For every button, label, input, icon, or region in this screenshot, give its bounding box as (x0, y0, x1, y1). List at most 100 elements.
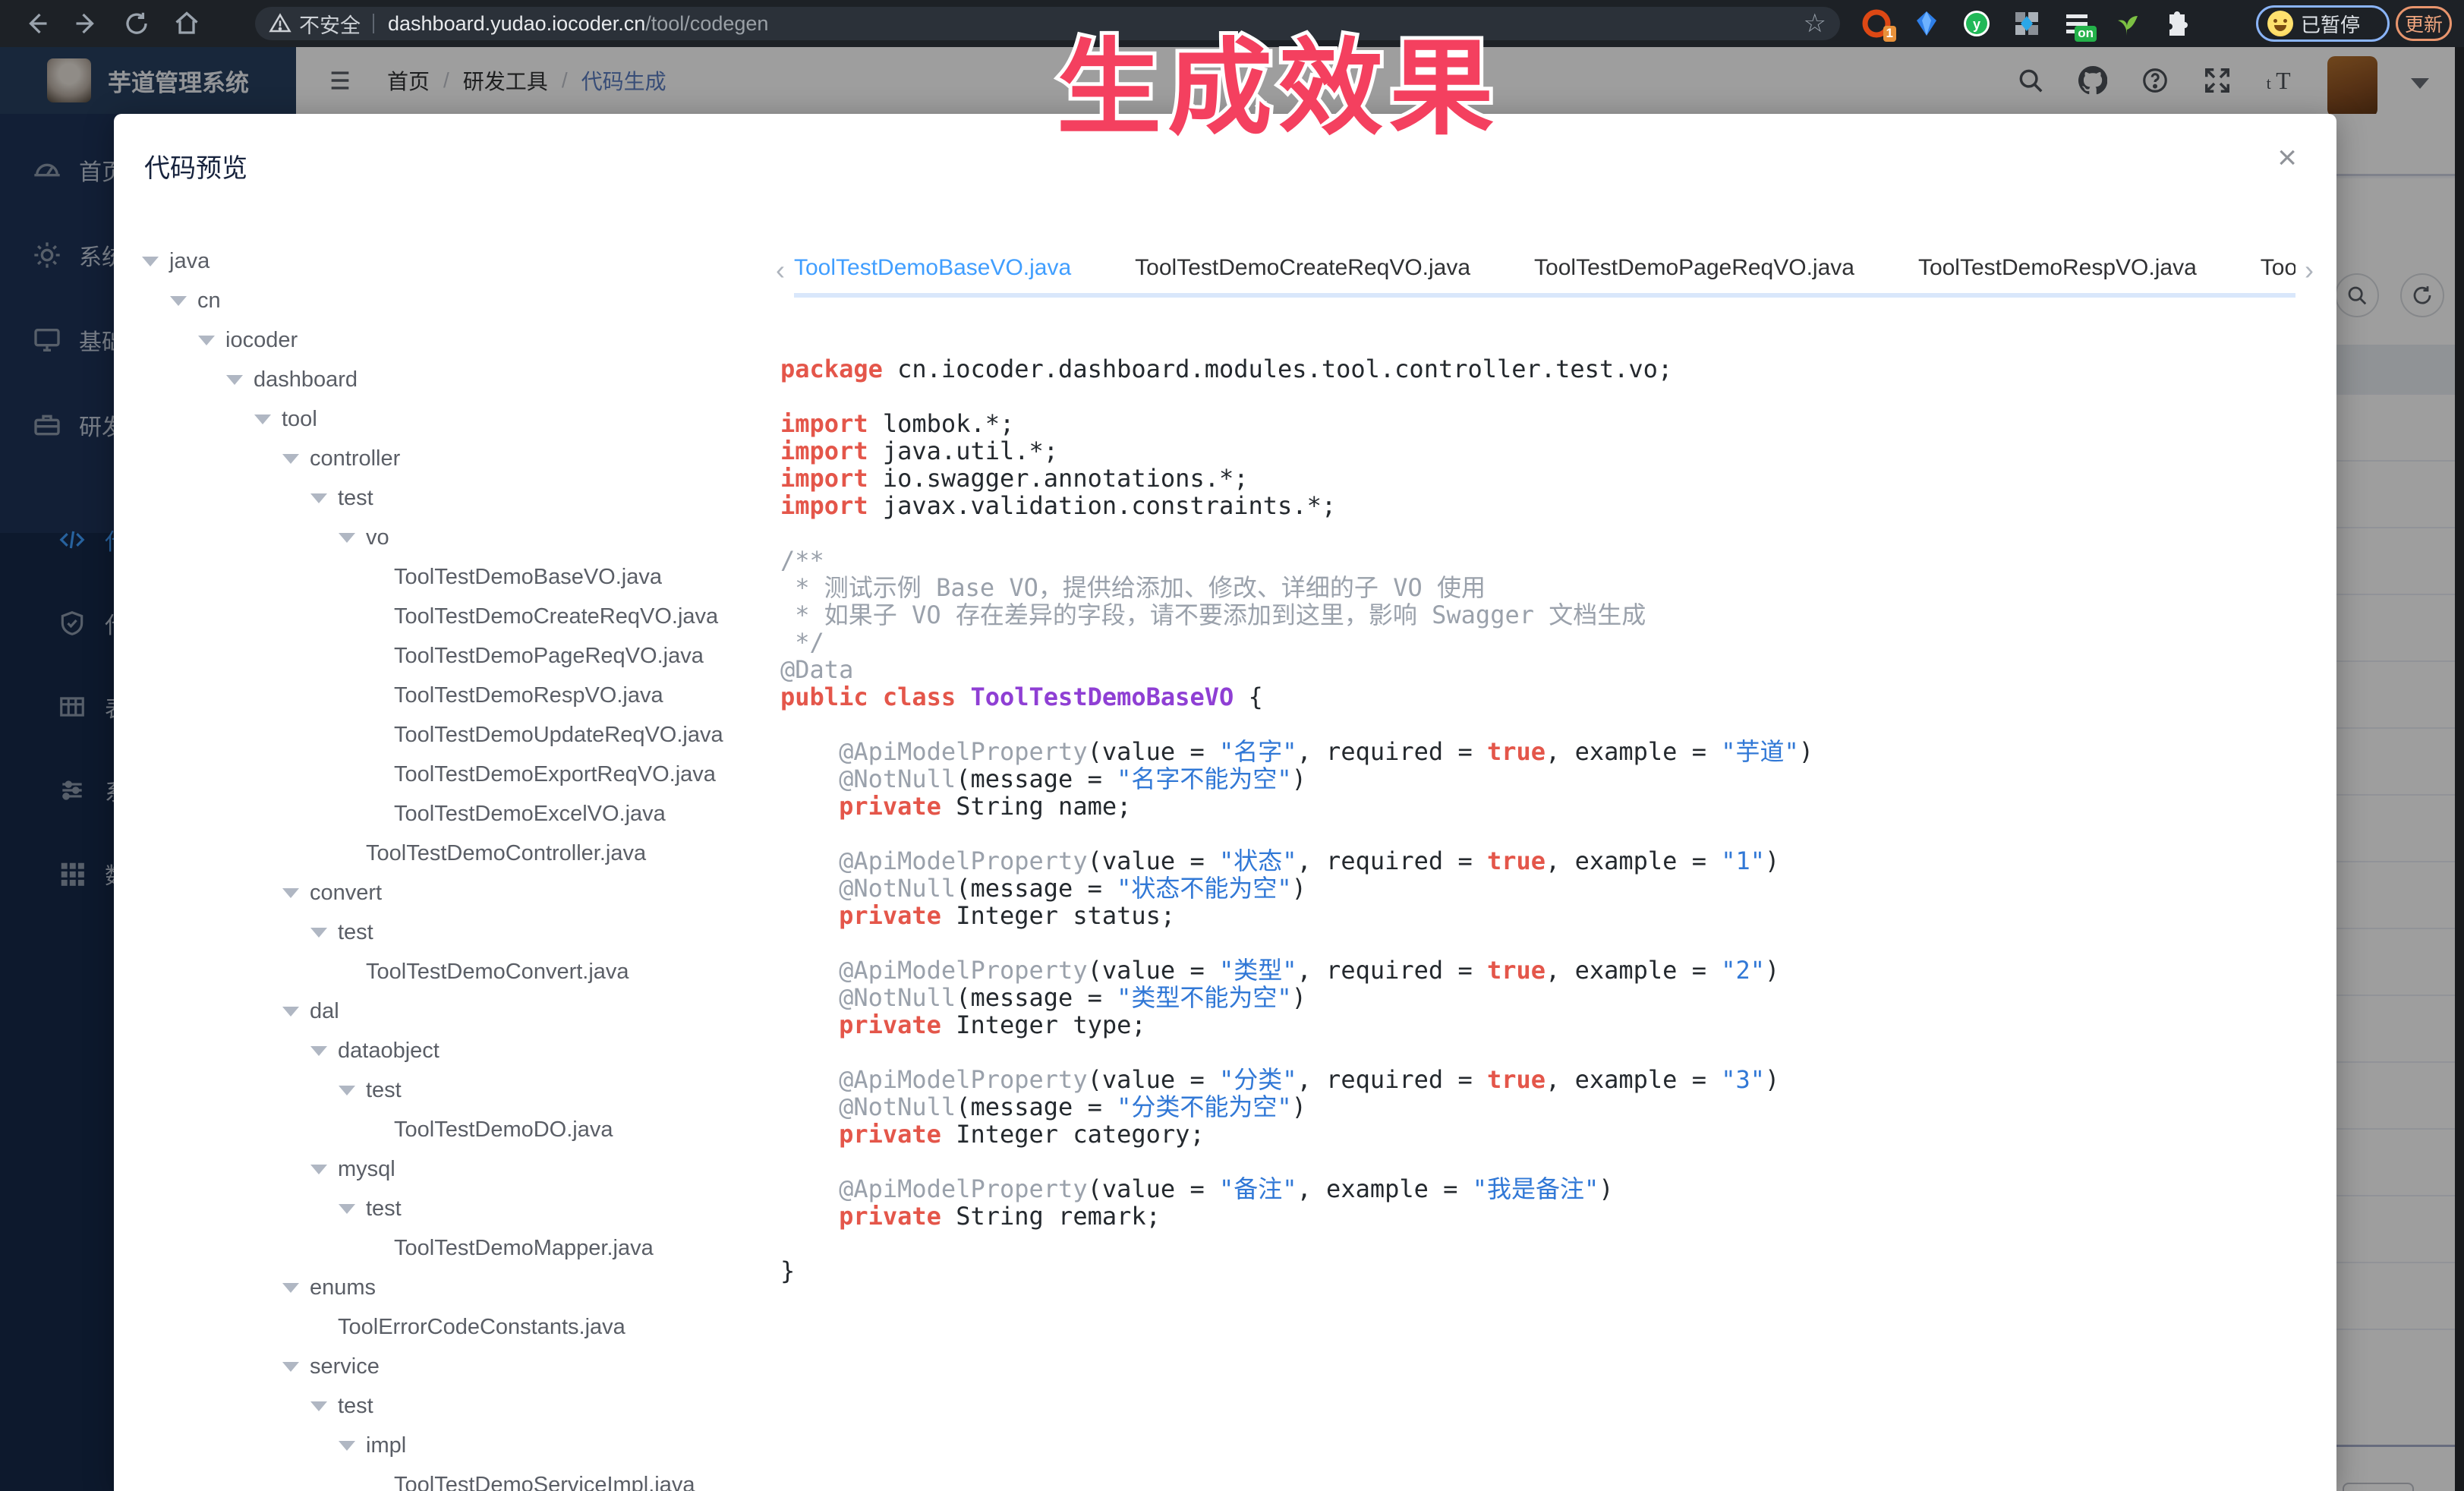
tree-file[interactable]: ToolTestDemoBaseVO.java (114, 557, 767, 597)
browser-menu-icon[interactable]: ⋮ (2455, 9, 2462, 18)
caret-down-icon[interactable] (310, 493, 327, 503)
forward-icon[interactable] (73, 10, 100, 37)
tree-file[interactable]: ToolTestDemoExportReqVO.java (114, 755, 767, 794)
caret-down-icon[interactable] (282, 888, 299, 898)
file-tab-ToolTe[interactable]: ToolTe (2261, 243, 2295, 295)
gem-extension-icon[interactable] (1911, 8, 1942, 39)
caret-placeholder (367, 695, 383, 696)
ubuntu-extension-icon[interactable]: 1 (1861, 8, 1892, 39)
browser-update-button[interactable]: 更新 (2396, 6, 2452, 41)
caret-down-icon[interactable] (310, 928, 327, 938)
reload-icon[interactable] (123, 10, 150, 37)
extensions-row: 1 y on (1861, 6, 2192, 41)
tree-folder[interactable]: cn (114, 281, 767, 320)
tree-folder[interactable]: impl (114, 1426, 767, 1465)
caret-down-icon[interactable] (339, 1204, 355, 1214)
tree-folder[interactable]: dashboard (114, 360, 767, 399)
tree-node-label: ToolTestDemoBaseVO.java (394, 565, 662, 590)
tree-folder[interactable]: test (114, 478, 767, 518)
tabs-scroll-left-icon[interactable]: ‹ (767, 254, 794, 286)
code-line (780, 820, 2306, 847)
tree-file[interactable]: ToolTestDemoRespVO.java (114, 676, 767, 715)
caret-down-icon[interactable] (142, 257, 159, 266)
tree-node-label: dal (310, 999, 339, 1024)
puzzle-extension-icon[interactable] (2162, 8, 2192, 39)
tree-file[interactable]: ToolErrorCodeConstants.java (114, 1307, 767, 1347)
annotation-text: 生成效果 (1057, 3, 1500, 155)
tree-file[interactable]: ToolTestDemoConvert.java (114, 952, 767, 991)
profile-sync-paused-button[interactable]: 已暂停 (2256, 5, 2390, 42)
caret-down-icon[interactable] (310, 1401, 327, 1411)
tree-folder[interactable]: java (114, 241, 767, 281)
code-preview-dialog: 代码预览 × java cn iocoderdashboardtoolcontrol… (114, 114, 2336, 1491)
svg-text:y: y (1973, 17, 1980, 32)
file-tab-ToolTestDemoPageReqVO.java[interactable]: ToolTestDemoPageReqVO.java (1534, 243, 1854, 295)
caret-down-icon[interactable] (282, 1007, 299, 1017)
omnibox-divider (373, 14, 374, 33)
caret-down-icon[interactable] (310, 1046, 327, 1056)
tree-folder[interactable]: test (114, 1189, 767, 1228)
tree-folder[interactable]: mysql (114, 1149, 767, 1189)
tree-node-label: mysql (338, 1157, 395, 1182)
caret-placeholder (367, 1485, 383, 1486)
caret-down-icon[interactable] (339, 1441, 355, 1451)
home-icon[interactable] (173, 10, 200, 37)
tree-folder[interactable]: iocoder (114, 320, 767, 360)
caret-down-icon[interactable] (198, 336, 215, 345)
tree-file[interactable]: ToolTestDemoUpdateReqVO.java (114, 715, 767, 755)
insecure-warning-icon[interactable] (269, 12, 291, 35)
tree-file[interactable]: ToolTestDemoController.java (114, 834, 767, 873)
tree-folder[interactable]: test (114, 1070, 767, 1110)
tree-node-label: ToolTestDemoController.java (366, 841, 646, 866)
dialog-title: 代码预览 (144, 147, 247, 184)
file-tab-ToolTestDemoBaseVO.java[interactable]: ToolTestDemoBaseVO.java (794, 243, 1071, 298)
tree-folder[interactable]: vo (114, 518, 767, 557)
green-y-extension-icon[interactable]: y (1961, 8, 1992, 39)
caret-down-icon[interactable] (339, 1086, 355, 1095)
bookmark-star-icon[interactable]: ☆ (1804, 11, 1826, 36)
url-host[interactable]: dashboard.yudao.iocoder.cn (388, 12, 645, 36)
code-line (780, 383, 2306, 410)
tree-folder[interactable]: dataobject (114, 1031, 767, 1070)
tree-folder[interactable]: enums (114, 1268, 767, 1307)
tree-file[interactable]: ToolTestDemoPageReqVO.java (114, 636, 767, 676)
tree-folder[interactable]: test (114, 913, 767, 952)
caret-down-icon[interactable] (226, 375, 243, 385)
tabs-scroll-right-icon[interactable]: › (2295, 254, 2323, 286)
tree-folder[interactable]: convert (114, 873, 767, 913)
code-line: @NotNull(message = "名字不能为空") (780, 765, 2306, 793)
tree-node-label: cn (197, 288, 221, 314)
caret-down-icon[interactable] (254, 415, 271, 424)
tree-file[interactable]: ToolTestDemoCreateReqVO.java (114, 597, 767, 636)
url-path[interactable]: /tool/codegen (645, 12, 768, 36)
tree-folder[interactable]: controller (114, 439, 767, 478)
file-tab-ToolTestDemoRespVO.java[interactable]: ToolTestDemoRespVO.java (1918, 243, 2197, 295)
back-icon[interactable] (23, 10, 50, 37)
tree-file[interactable]: ToolTestDemoDO.java (114, 1110, 767, 1149)
address-bar[interactable]: 不安全 dashboard.yudao.iocoder.cn/tool/code… (255, 7, 1840, 40)
caret-placeholder (367, 577, 383, 578)
code-line: private Integer status; (780, 902, 2306, 929)
tree-folder[interactable]: test (114, 1386, 767, 1426)
list-extension-icon[interactable]: on (2062, 8, 2092, 39)
caret-down-icon[interactable] (282, 1362, 299, 1372)
browser-scrollbar[interactable] (2455, 47, 2464, 1491)
tree-file[interactable]: ToolTestDemoExcelVO.java (114, 794, 767, 834)
security-label[interactable]: 不安全 (299, 9, 361, 39)
tree-file[interactable]: ToolTestDemoMapper.java (114, 1228, 767, 1268)
tree-file[interactable]: ToolTestDemoServiceImpl.java (114, 1465, 767, 1491)
caret-down-icon[interactable] (282, 1283, 299, 1293)
sprout-extension-icon[interactable] (2112, 8, 2142, 39)
tiles-extension-icon[interactable] (2012, 8, 2042, 39)
caret-down-icon[interactable] (282, 454, 299, 464)
code-line (780, 519, 2306, 547)
caret-placeholder (367, 616, 383, 617)
tree-folder[interactable]: service (114, 1347, 767, 1386)
caret-down-icon[interactable] (170, 296, 187, 306)
file-tab-ToolTestDemoCreateReqVO.java[interactable]: ToolTestDemoCreateReqVO.java (1135, 243, 1470, 295)
tree-folder[interactable]: tool (114, 399, 767, 439)
tree-folder[interactable]: dal (114, 991, 767, 1031)
caret-down-icon[interactable] (310, 1165, 327, 1174)
close-icon[interactable]: × (2277, 141, 2297, 175)
caret-down-icon[interactable] (339, 533, 355, 543)
